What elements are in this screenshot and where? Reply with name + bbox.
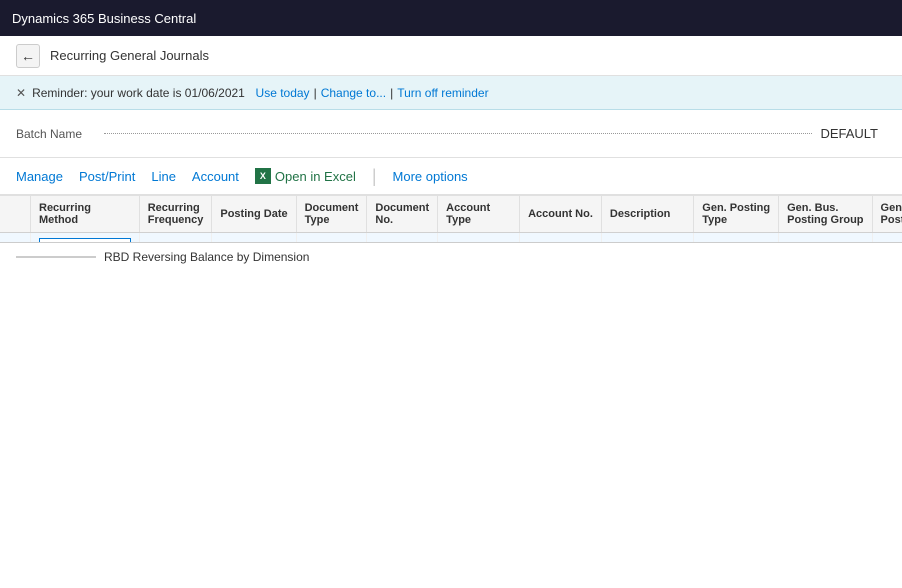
reminder-close-button[interactable]: ✕ (16, 86, 26, 100)
th-account-type: AccountType (438, 196, 520, 233)
back-icon: ← (21, 48, 35, 64)
th-account-no: Account No. (520, 196, 602, 233)
tooltip-text: RBD Reversing Balance by Dimension (104, 250, 309, 264)
reminder-bar: ✕ Reminder: your work date is 01/06/2021… (0, 76, 902, 110)
page-title: Recurring General Journals (50, 48, 209, 63)
title-bar: Dynamics 365 Business Central (0, 0, 902, 36)
th-recurring-frequency: RecurringFrequency (139, 196, 212, 233)
th-gen-bus-posting-group: Gen. Bus.Posting Group (779, 196, 872, 233)
batch-name-label: Batch Name (16, 127, 96, 141)
divider: | (372, 167, 377, 185)
open-in-excel-label: Open in Excel (275, 169, 356, 184)
separator1: | (314, 86, 317, 100)
th-document-no: DocumentNo. (367, 196, 438, 233)
app-title: Dynamics 365 Business Central (12, 11, 196, 26)
table-header-row: RecurringMethod RecurringFrequency Posti… (0, 196, 902, 233)
table-container: RecurringMethod RecurringFrequency Posti… (0, 196, 902, 270)
change-to-link[interactable]: Change to... (321, 86, 386, 100)
open-in-excel-button[interactable]: X Open in Excel (255, 166, 356, 186)
th-gen-prod-posting-group: Gen. Prod.Posting Group (872, 196, 902, 233)
th-document-type: DocumentType (296, 196, 367, 233)
batch-area: Batch Name DEFAULT (0, 110, 902, 158)
tooltip-bar: RBD Reversing Balance by Dimension (0, 242, 902, 270)
post-print-button[interactable]: Post/Print (79, 167, 135, 186)
reminder-text: Reminder: your work date is 01/06/2021 (32, 86, 245, 100)
th-description: Description (601, 196, 693, 233)
th-recurring-method: RecurringMethod (31, 196, 140, 233)
nav-bar: ← Recurring General Journals (0, 36, 902, 76)
th-gen-posting-type: Gen. PostingType (694, 196, 779, 233)
line-button[interactable]: Line (151, 167, 176, 186)
batch-dots (104, 133, 812, 134)
th-posting-date: Posting Date (212, 196, 296, 233)
excel-icon: X (255, 168, 271, 184)
separator2: | (390, 86, 393, 100)
manage-button[interactable]: Manage (16, 167, 63, 186)
action-bar: Manage Post/Print Line Account X Open in… (0, 158, 902, 196)
back-button[interactable]: ← (16, 44, 40, 68)
account-button[interactable]: Account (192, 167, 239, 186)
batch-name-value: DEFAULT (820, 126, 886, 141)
th-arrow (0, 196, 31, 233)
more-options-button[interactable]: More options (393, 167, 468, 186)
use-today-link[interactable]: Use today (256, 86, 310, 100)
turn-off-reminder-link[interactable]: Turn off reminder (397, 86, 488, 100)
